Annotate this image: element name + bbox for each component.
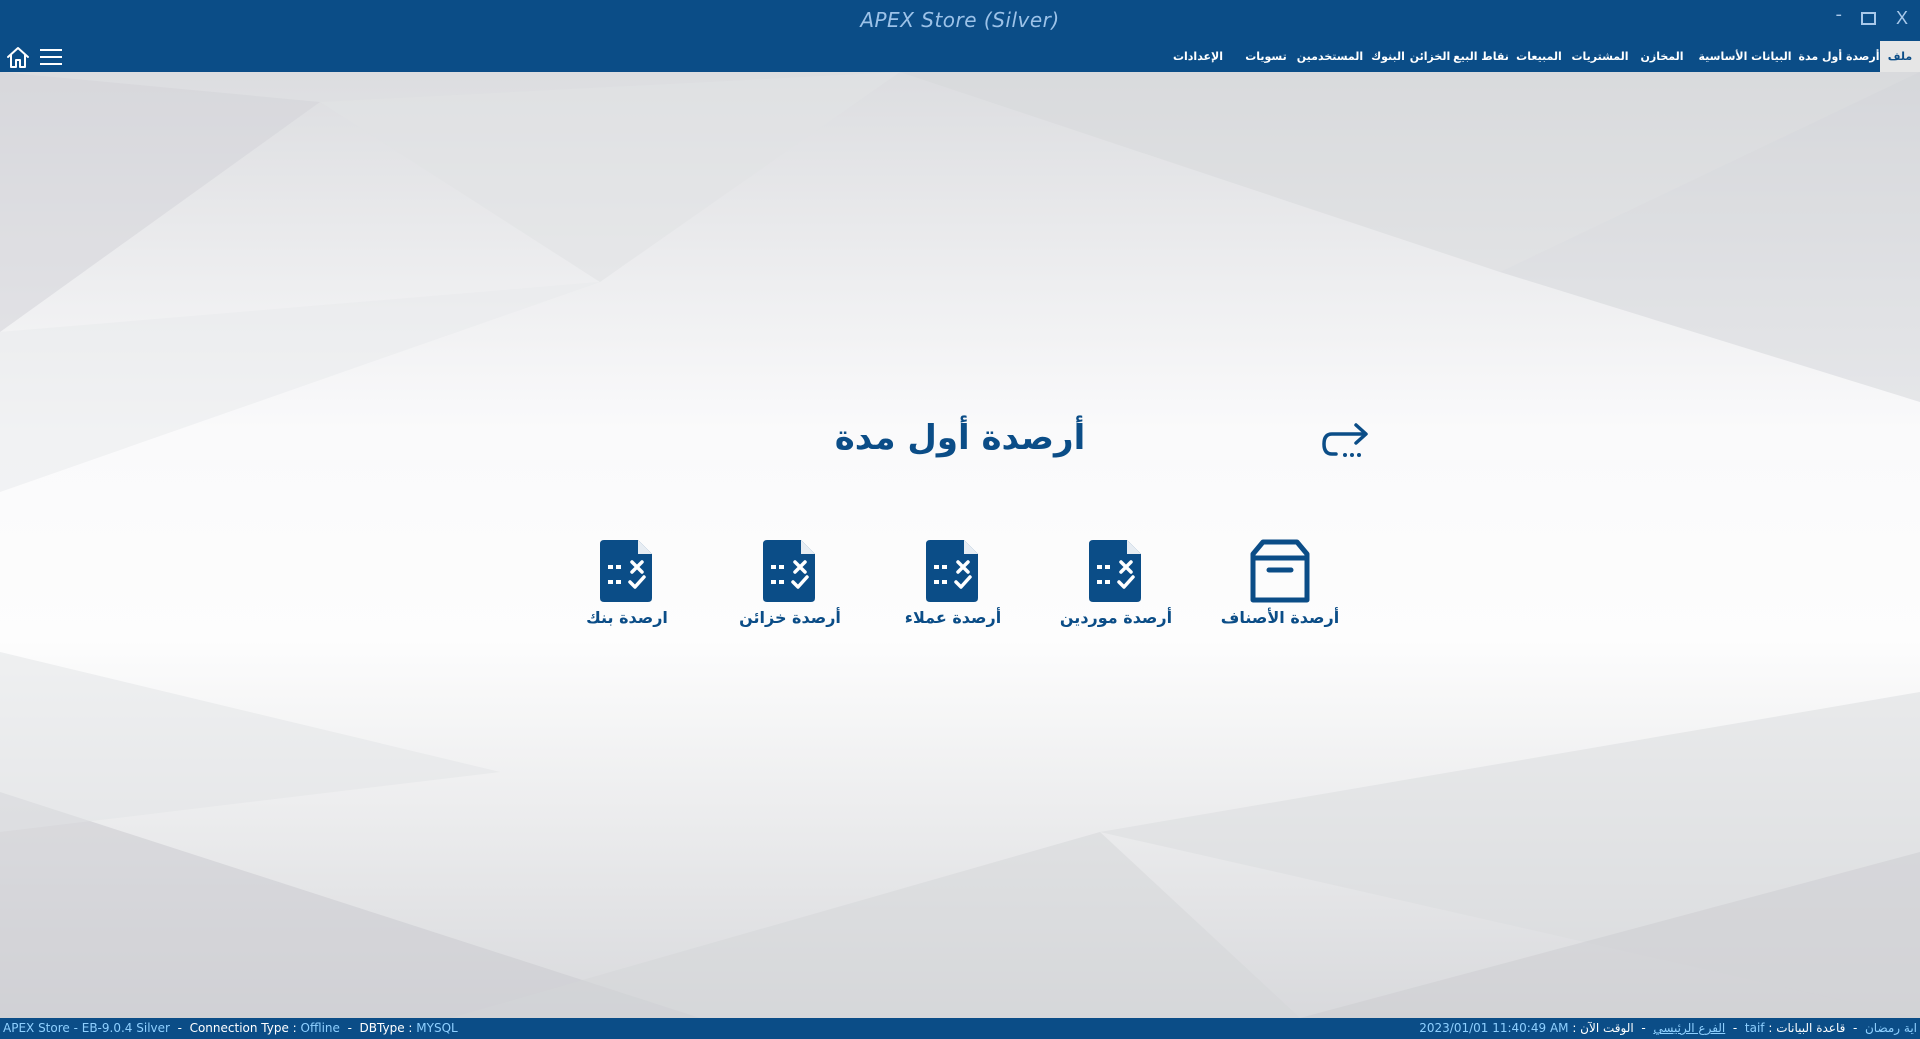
database-value: taif	[1744, 1021, 1765, 1035]
calculator-document-icon	[926, 540, 978, 602]
menu-sales[interactable]: المبيعات	[1510, 41, 1568, 72]
tile-label: أرصدة عملاء	[904, 608, 1002, 627]
separator: -	[173, 1021, 186, 1035]
maximize-button[interactable]	[1861, 12, 1876, 25]
tile-items-balances[interactable]: أرصدة الأصناف	[1205, 538, 1355, 648]
hamburger-menu-icon[interactable]	[39, 47, 63, 67]
version-label: APEX Store - EB-9.0.4	[3, 1021, 133, 1035]
tile-bank-balances[interactable]: ارصدة بنك	[552, 538, 702, 648]
home-icon[interactable]	[5, 45, 31, 69]
dbtype-label: DBType :	[359, 1021, 413, 1035]
tile-customers-balances[interactable]: أرصدة عملاء	[878, 538, 1028, 648]
box-icon	[1250, 539, 1310, 603]
separator: -	[343, 1021, 356, 1035]
separator: -	[1849, 1021, 1862, 1035]
branch-link[interactable]: الفرع الرئيسي	[1653, 1021, 1725, 1035]
app-title: APEX Store (Silver)	[860, 8, 1060, 32]
connection-label: Connection Type :	[189, 1021, 297, 1035]
dbtype-value: MYSQL	[416, 1021, 458, 1035]
menu-items: ملف أرصدة أول مدة البيانات الأساسية المخ…	[1156, 41, 1920, 72]
close-button[interactable]: X	[1896, 8, 1908, 29]
return-arrow-icon[interactable]	[1320, 420, 1376, 470]
tile-label: أرصدة خزائن	[739, 608, 841, 627]
menu-settlements[interactable]: تسويات	[1240, 41, 1292, 72]
menu-basic-data[interactable]: البيانات الأساسية	[1692, 41, 1798, 72]
status-bar: APEX Store - EB-9.0.4 Silver - Connectio…	[0, 1018, 1920, 1039]
menu-pos[interactable]: نقاط البيع	[1452, 41, 1510, 72]
menu-opening-balances[interactable]: أرصدة أول مدة	[1798, 41, 1880, 72]
menu-purchases[interactable]: المشتريات	[1568, 41, 1632, 72]
title-bar: APEX Store (Silver) - X	[0, 0, 1920, 41]
time-value: 2023/01/01 11:40:49 AM	[1419, 1021, 1569, 1035]
menu-treasuries[interactable]: الخزائن	[1408, 41, 1452, 72]
time-label: الوقت الآن :	[1572, 1021, 1634, 1035]
menu-file[interactable]: ملف	[1880, 41, 1920, 72]
menu-users[interactable]: المستخدمين	[1292, 41, 1368, 72]
tile-suppliers-balances[interactable]: أرصدة موردين	[1041, 538, 1191, 648]
connection-value: Offline	[300, 1021, 340, 1035]
menu-settings[interactable]: الإعدادات	[1156, 41, 1240, 72]
minimize-button[interactable]: -	[1836, 4, 1843, 25]
database-label: قاعدة البيانات :	[1768, 1021, 1846, 1035]
tile-label: أرصدة الأصناف	[1220, 608, 1340, 627]
tile-treasuries-balances[interactable]: أرصدة خزائن	[715, 538, 865, 648]
page-title: أرصدة أول مدة	[834, 418, 1086, 458]
menu-banks[interactable]: البنوك	[1368, 41, 1408, 72]
calculator-document-icon	[600, 540, 652, 602]
separator: -	[1729, 1021, 1742, 1035]
menu-stores[interactable]: المخازن	[1632, 41, 1692, 72]
calculator-document-icon	[1089, 540, 1141, 602]
tile-label: ارصدة بنك	[586, 608, 668, 627]
tile-label: أرصدة موردين	[1059, 608, 1173, 627]
status-right: اية رمضان - قاعدة البيانات : taif - الفر…	[1419, 1018, 1917, 1039]
separator: -	[1637, 1021, 1650, 1035]
user-name: اية رمضان	[1864, 1021, 1917, 1035]
calculator-document-icon	[763, 540, 815, 602]
status-left: APEX Store - EB-9.0.4 Silver - Connectio…	[3, 1018, 458, 1039]
edition-label: Silver	[136, 1021, 170, 1035]
menu-bar: ملف أرصدة أول مدة البيانات الأساسية المخ…	[0, 41, 1920, 72]
